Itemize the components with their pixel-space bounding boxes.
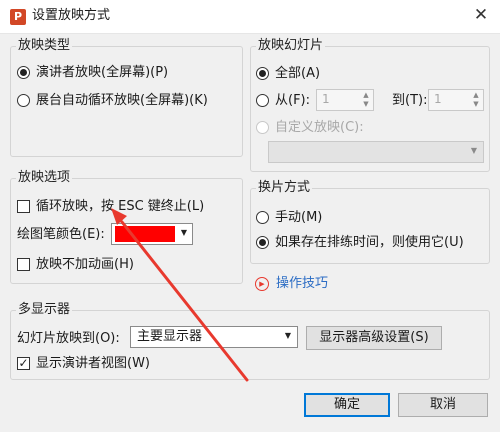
annotation-arrow xyxy=(111,208,249,382)
annotation-arrow-head xyxy=(111,208,127,225)
annotation-arrow-line xyxy=(120,220,249,382)
